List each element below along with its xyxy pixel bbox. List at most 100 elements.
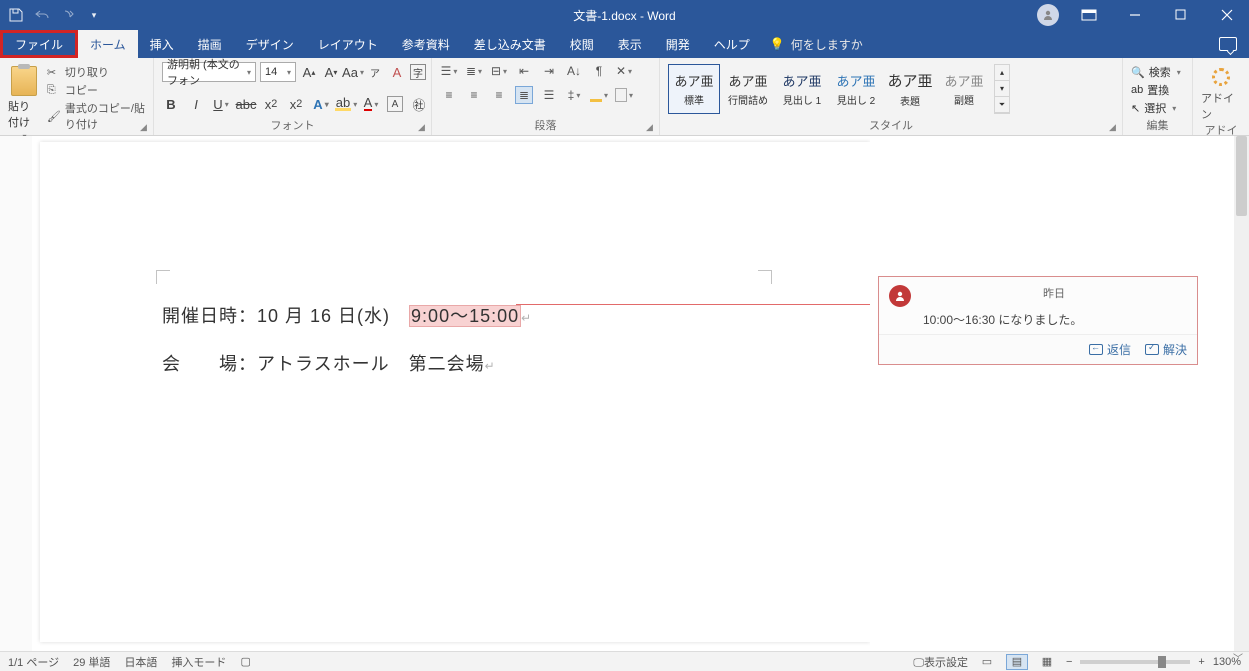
comments-pane-icon[interactable] [1219,37,1237,51]
underline-button[interactable]: U▾ [212,94,230,114]
align-right-button[interactable]: ≡ [490,86,508,104]
style-heading1[interactable]: あア亜見出し 1 [776,64,828,114]
comment-resolve-button[interactable]: 解決 [1145,341,1187,358]
tab-layout[interactable]: レイアウト [306,30,390,58]
document-page[interactable]: 開催日時：10 月 16 日(水) 9:00～15:00↵ 会 場：アトラスホー… [40,142,870,642]
tab-file[interactable]: ファイル [0,30,78,58]
shrink-font-button[interactable]: A▾ [322,62,340,82]
format-painter-button[interactable]: 🖌書式のコピー/貼り付け [47,100,145,132]
text-effects-button[interactable]: A▾ [312,94,330,114]
redo-icon[interactable] [60,7,76,23]
borders-button[interactable]: ▾ [615,86,633,104]
zoom-slider-thumb[interactable] [1158,656,1166,668]
qat-customize-icon[interactable]: ▾ [86,7,102,23]
tab-draw[interactable]: 描画 [186,30,234,58]
addins-button[interactable]: アドイン [1201,62,1241,122]
distribute-button[interactable]: ☰ [540,86,558,104]
sort-button[interactable]: A↓ [565,62,583,80]
chevron-down-icon[interactable]: ▾ [995,81,1009,97]
chevron-up-icon[interactable]: ▴ [995,65,1009,81]
bold-button[interactable]: B [162,94,180,114]
paste-button[interactable]: 貼り付け ▾ [8,62,41,141]
grow-font-button[interactable]: A▴ [300,62,318,82]
change-case-button[interactable]: Aa▾ [344,62,362,82]
font-dialog-launcher[interactable]: ◢ [418,122,428,132]
replace-button[interactable]: ab置換 [1131,82,1169,98]
document-line-1[interactable]: 開催日時：10 月 16 日(水) 9:00～15:00↵ [162,302,532,328]
maximize-button[interactable] [1159,0,1203,30]
multilevel-button[interactable]: ⊟▾ [490,62,508,80]
char-shading-button[interactable]: A [387,96,403,112]
commented-range[interactable]: 9:00～15:00 [409,305,521,327]
enclose-char-button[interactable]: 字 [410,64,426,80]
show-marks-button[interactable]: ¶ [590,62,608,80]
print-layout-button[interactable]: ▤ [1006,654,1028,670]
enclose-circle-button[interactable]: ㊓ [410,94,428,114]
increase-indent-button[interactable]: ⇥ [540,62,558,80]
find-button[interactable]: 🔍検索▾ [1131,64,1181,80]
minimize-button[interactable] [1113,0,1157,30]
styles-dialog-launcher[interactable]: ◢ [1109,122,1119,132]
display-settings-button[interactable]: 🖵表示設定 [913,654,968,670]
style-heading2[interactable]: あア亜見出し 2 [830,64,882,114]
styles-scroller[interactable]: ▴▾⏷ [994,64,1010,114]
tab-insert[interactable]: 挿入 [138,30,186,58]
style-nospacing[interactable]: あア亜行間詰め [722,64,774,114]
copy-button[interactable]: ⎘コピー [47,82,145,98]
comment-card[interactable]: 昨日 10:00～16:30 になりました。 返信 解決 [878,276,1198,365]
tell-me-search[interactable]: 💡 何をしますか [770,30,863,58]
web-layout-button[interactable]: ▦ [1036,654,1058,670]
zoom-out-button[interactable]: − [1066,656,1072,668]
read-mode-button[interactable]: ▭ [976,654,998,670]
ribbon-display-icon[interactable] [1067,0,1111,30]
status-words[interactable]: 29 単語 [73,654,110,670]
text-direction-button[interactable]: ✕▾ [615,62,633,80]
tab-developer[interactable]: 開発 [654,30,702,58]
tab-references[interactable]: 参考資料 [390,30,462,58]
clipboard-dialog-launcher[interactable]: ◢ [140,122,150,132]
close-button[interactable] [1205,0,1249,30]
numbering-button[interactable]: ≣▾ [465,62,483,80]
save-icon[interactable] [8,7,24,23]
document-line-2[interactable]: 会 場：アトラスホール 第二会場↵ [162,350,496,376]
macro-record-icon[interactable]: ▢ [240,655,250,668]
tab-view[interactable]: 表示 [606,30,654,58]
decrease-indent-button[interactable]: ⇤ [515,62,533,80]
style-title[interactable]: あア亜表題 [884,64,936,114]
comment-reply-button[interactable]: 返信 [1089,341,1131,358]
phonetic-guide-button[interactable]: ア [366,62,384,82]
user-avatar[interactable] [1037,4,1059,26]
highlight-button[interactable]: ab▾ [337,94,355,114]
bullets-button[interactable]: ☰▾ [440,62,458,80]
styles-expand-icon[interactable]: ⏷ [995,97,1009,113]
font-size-select[interactable]: 14▾ [260,62,296,82]
tab-mailings[interactable]: 差し込み文書 [462,30,558,58]
clear-formatting-button[interactable]: A [388,62,406,82]
status-language[interactable]: 日本語 [124,654,157,670]
vertical-scrollbar[interactable] [1234,136,1249,651]
scrollbar-thumb[interactable] [1236,136,1247,216]
tab-help[interactable]: ヘルプ [702,30,762,58]
style-subtitle[interactable]: あア亜副題 [938,64,990,114]
select-button[interactable]: ↖選択▾ [1131,100,1176,116]
align-center-button[interactable]: ≡ [465,86,483,104]
strikethrough-button[interactable]: abc [237,94,255,114]
superscript-button[interactable]: x2 [287,94,305,114]
collapse-ribbon-icon[interactable]: ﹀ [1233,650,1243,665]
style-normal[interactable]: あア亜標準 [668,64,720,114]
font-name-select[interactable]: 游明朝 (本文のフォン▾ [162,62,256,82]
undo-icon[interactable] [34,7,50,23]
zoom-slider[interactable] [1080,660,1190,664]
paragraph-dialog-launcher[interactable]: ◢ [646,122,656,132]
tab-design[interactable]: デザイン [234,30,306,58]
font-color-button[interactable]: A▾ [362,94,380,114]
shading-button[interactable]: ▾ [590,86,608,104]
line-spacing-button[interactable]: ‡▾ [565,86,583,104]
subscript-button[interactable]: x2 [262,94,280,114]
justify-button[interactable]: ≣ [515,86,533,104]
zoom-in-button[interactable]: + [1198,656,1204,668]
align-left-button[interactable]: ≡ [440,86,458,104]
cut-button[interactable]: ✂切り取り [47,64,145,80]
status-insert-mode[interactable]: 挿入モード [171,654,226,670]
tab-review[interactable]: 校閲 [558,30,606,58]
